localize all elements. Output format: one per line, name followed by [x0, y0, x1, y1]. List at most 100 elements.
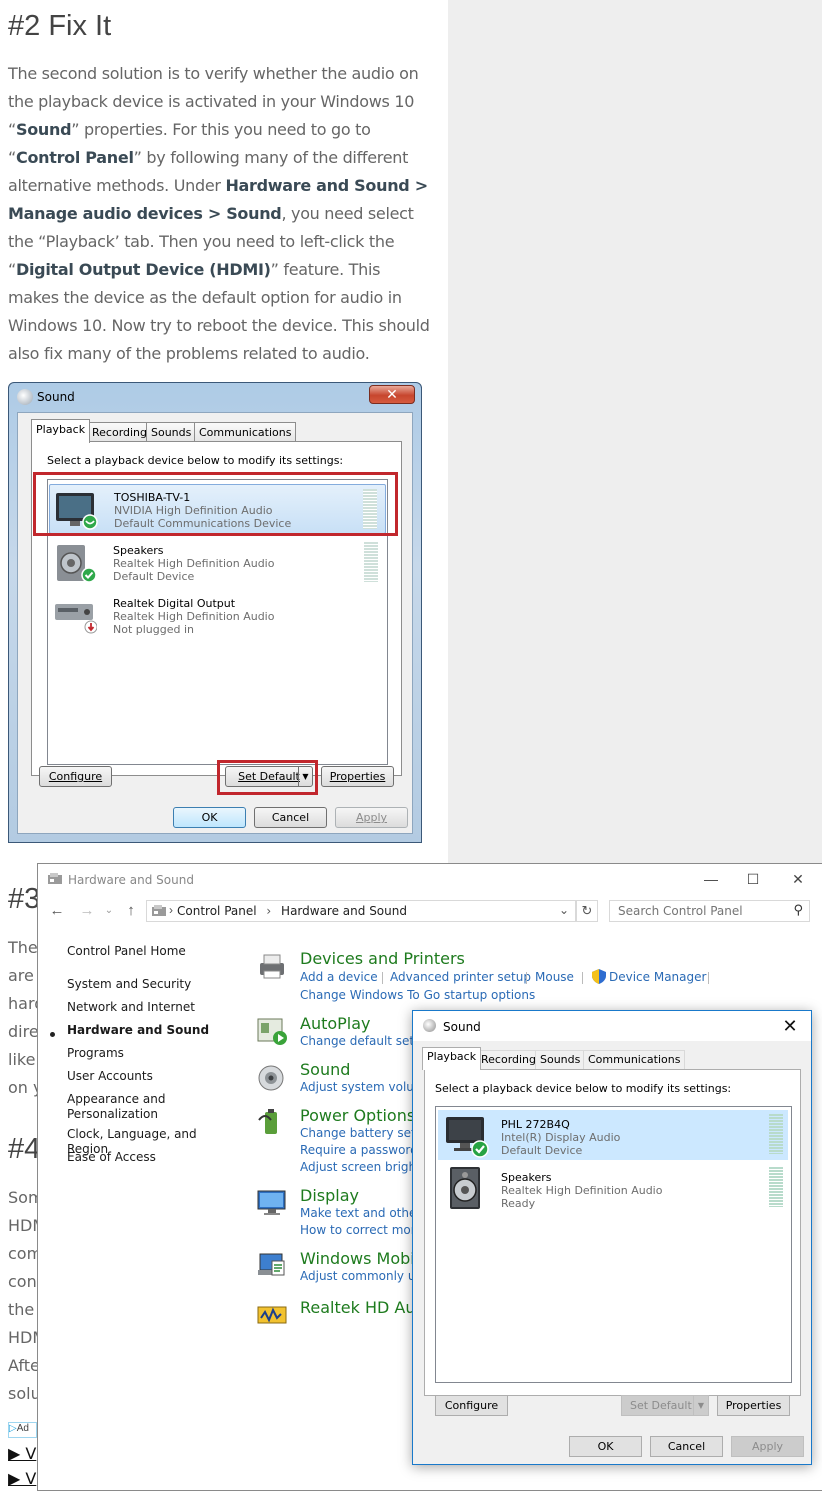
category-title[interactable]: Realtek HD Audi: [300, 1298, 430, 1317]
apply-label: Apply: [355, 811, 388, 824]
device-driver: Realtek High Definition Audio: [113, 610, 275, 623]
link-make-text-larger[interactable]: Make text and other i: [300, 1206, 428, 1220]
sidebar-item-hardware-sound[interactable]: Hardware and Sound: [67, 1023, 237, 1038]
chevron-down-icon[interactable]: ⌄: [559, 903, 569, 917]
article-bold-hdmi: Digital Output Device (HDMI): [16, 260, 271, 279]
device-name: Speakers: [501, 1171, 552, 1184]
link-separator: [708, 972, 709, 984]
device-driver: Realtek High Definition Audio: [501, 1184, 663, 1197]
forward-arrow-icon[interactable]: →: [78, 902, 96, 920]
back-arrow-icon[interactable]: ←: [48, 902, 66, 920]
sidebar-item-home[interactable]: Control Panel Home: [67, 944, 237, 959]
breadcrumb-item-hardware-and-sound[interactable]: Hardware and Sound: [281, 904, 407, 918]
up-arrow-icon[interactable]: ↑: [122, 902, 140, 920]
link-correct-monitor[interactable]: How to correct monit: [300, 1223, 426, 1237]
article-link[interactable]: ▶ V: [8, 1444, 36, 1463]
tab-recording[interactable]: Recording: [87, 422, 153, 442]
ad-label: Ad: [16, 1423, 29, 1434]
link-add-device[interactable]: Add a device: [300, 970, 378, 984]
link-adjust-system-volume[interactable]: Adjust system volum: [300, 1080, 426, 1094]
speaker-icon: [57, 545, 97, 583]
sidebar-item-system-security[interactable]: System and Security: [67, 977, 237, 992]
cancel-button[interactable]: Cancel: [650, 1436, 723, 1457]
link-windows-to-go[interactable]: Change Windows To Go startup options: [300, 988, 535, 1002]
speaker-icon: [258, 1065, 284, 1091]
recent-chevron-icon[interactable]: ⌄: [100, 902, 118, 920]
link-adjust-mobility-settings[interactable]: Adjust commonly use: [300, 1269, 429, 1283]
tab-recording[interactable]: Recording: [476, 1050, 542, 1069]
printer-icon: [260, 954, 284, 979]
sidebar-item-user-accounts[interactable]: User Accounts: [67, 1069, 237, 1084]
device-item-speakers[interactable]: Speakers Realtek High Definition Audio R…: [438, 1163, 788, 1213]
category-title[interactable]: AutoPlay: [300, 1014, 371, 1033]
win10-dialog-title: Sound: [443, 1020, 481, 1034]
tab-playback[interactable]: Playback: [422, 1047, 482, 1070]
category-title[interactable]: Sound: [300, 1060, 350, 1079]
configure-button[interactable]: Configure: [435, 1395, 508, 1416]
apply-button[interactable]: Apply: [731, 1436, 804, 1457]
device-item-speakers[interactable]: Speakers Realtek High Definition Audio D…: [49, 538, 386, 588]
cancel-button[interactable]: Cancel: [254, 807, 327, 828]
tab-sounds[interactable]: Sounds: [146, 422, 197, 442]
tab-sounds[interactable]: Sounds: [535, 1050, 586, 1069]
tab-playback[interactable]: Playback: [31, 419, 91, 443]
win7-sound-dialog: Sound ✕ Playback Recording Sounds Commun…: [8, 382, 422, 843]
properties-button[interactable]: Properties: [717, 1395, 790, 1416]
minimize-button[interactable]: —: [696, 868, 726, 890]
win7-close-button[interactable]: ✕: [369, 385, 415, 404]
device-item-digital-output[interactable]: Realtek Digital Output Realtek High Defi…: [49, 591, 386, 641]
link-change-default-settings[interactable]: Change default settin: [300, 1034, 430, 1048]
ok-button[interactable]: OK: [569, 1436, 642, 1457]
win7-dialog-title: Sound: [37, 390, 75, 404]
properties-button[interactable]: Properties: [321, 766, 394, 787]
control-panel-icon: [152, 905, 166, 916]
win10-titlebar: Sound ✕: [413, 1011, 811, 1041]
close-button[interactable]: ✕: [775, 1014, 805, 1038]
device-name: Speakers: [113, 544, 164, 557]
address-bar[interactable]: › Control Panel › Hardware and Sound ⌄: [146, 900, 576, 922]
search-box[interactable]: ⚲: [609, 900, 810, 922]
ad-play-icon: ▷: [9, 1423, 17, 1434]
tab-communications[interactable]: Communications: [583, 1050, 686, 1069]
link-advanced-printer-setup[interactable]: Advanced printer setup: [390, 970, 531, 984]
monitor-icon: [257, 1190, 286, 1215]
ad-badge[interactable]: ▷Ad: [8, 1422, 37, 1438]
device-driver: Intel(R) Display Audio: [501, 1131, 621, 1144]
win10-playback-panel: Select a playback device below to modify…: [424, 1069, 801, 1396]
category-title[interactable]: Devices and Printers: [300, 949, 465, 968]
speaker-icon: [423, 1019, 436, 1032]
category-title[interactable]: Display: [300, 1186, 359, 1205]
breadcrumb-sep-icon: ›: [266, 904, 272, 918]
tab-communications[interactable]: Communications: [194, 422, 297, 442]
set-default-button[interactable]: Set Default ▼: [621, 1395, 709, 1416]
category-title[interactable]: Power Options: [300, 1106, 415, 1125]
speaker-icon: [450, 1167, 480, 1209]
article-link[interactable]: ▶ V: [8, 1469, 36, 1488]
link-separator: [582, 972, 583, 984]
device-status: Default Device: [113, 570, 195, 583]
ok-button[interactable]: OK: [173, 807, 246, 828]
sidebar-item-programs[interactable]: Programs: [67, 1046, 237, 1061]
article-text-fragment: are: [8, 966, 34, 985]
sidebar-item-network[interactable]: Network and Internet: [67, 1000, 237, 1015]
category-title[interactable]: Windows Mobili: [300, 1249, 424, 1268]
link-separator: [526, 972, 527, 984]
maximize-button[interactable]: ☐: [738, 868, 768, 890]
level-meter: [769, 1167, 783, 1207]
highlight-box-device: [33, 472, 398, 536]
breadcrumb-item-control-panel[interactable]: Control Panel: [177, 904, 257, 918]
search-icon[interactable]: ⚲: [793, 902, 803, 918]
sidebar-item-ease-of-access[interactable]: Ease of Access: [67, 1150, 237, 1165]
device-item-phl-monitor[interactable]: PHL 272B4Q Intel(R) Display Audio Defaul…: [438, 1110, 788, 1160]
configure-button[interactable]: Configure: [39, 766, 112, 787]
article-heading-3: #3: [8, 883, 41, 915]
search-input[interactable]: [610, 901, 785, 921]
close-button[interactable]: ✕: [783, 868, 813, 890]
apply-button[interactable]: Apply: [335, 807, 408, 828]
mobility-center-icon: [258, 1253, 285, 1276]
link-mouse[interactable]: Mouse: [535, 970, 574, 984]
sidebar-item-appearance[interactable]: Appearance and Personalization: [67, 1092, 177, 1122]
refresh-icon[interactable]: ↻: [576, 900, 598, 922]
link-adjust-screen-brightness[interactable]: Adjust screen brightn: [300, 1160, 428, 1174]
link-device-manager[interactable]: Device Manager: [609, 970, 706, 984]
